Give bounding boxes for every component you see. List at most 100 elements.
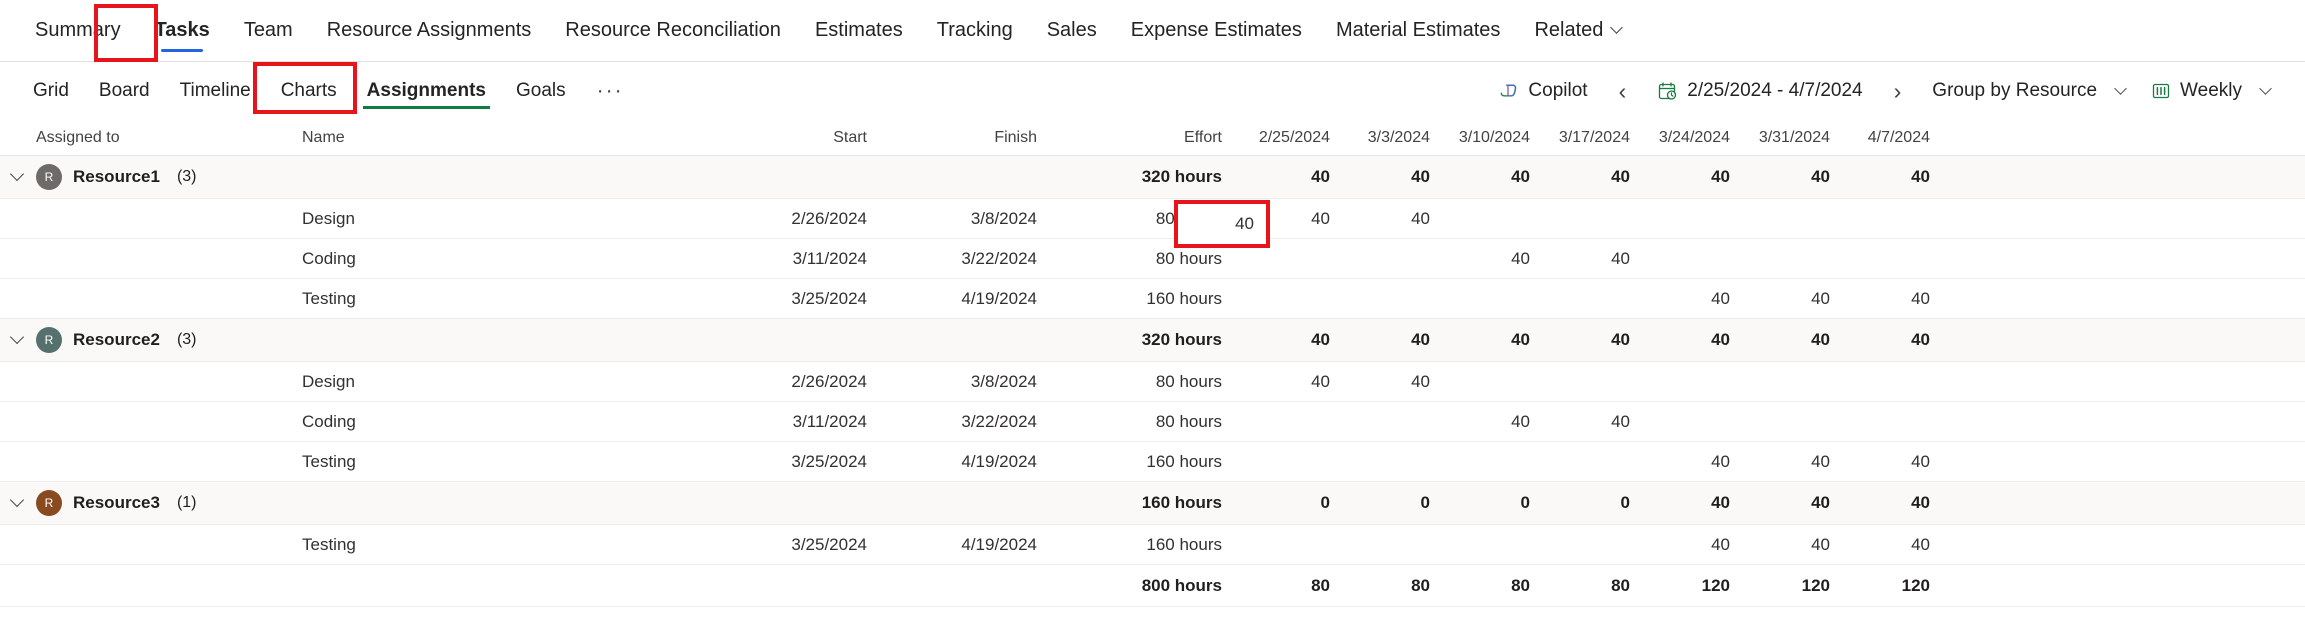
avatar[interactable]: R — [36, 164, 62, 190]
timephased-cell[interactable]: 40 — [1530, 249, 1630, 269]
row-start-date[interactable]: 3/25/2024 — [717, 535, 867, 555]
timephased-cell[interactable]: 80 — [1230, 576, 1330, 596]
entity-tab-estimates[interactable]: Estimates — [798, 1, 920, 61]
row-effort[interactable]: 80 hours — [1037, 249, 1230, 269]
timephased-cell[interactable]: 80 — [1530, 576, 1630, 596]
row-task-name[interactable]: Testing — [292, 289, 717, 309]
row-task-name[interactable]: Coding — [292, 412, 717, 432]
timephased-cell[interactable]: 40 — [1330, 167, 1430, 187]
previous-period-button[interactable]: ‹ — [1601, 74, 1645, 109]
column-header-date[interactable]: 3/24/2024 — [1630, 129, 1730, 147]
table-row[interactable]: Testing 3/25/2024 4/19/2024 160 hours 40 40 40 — [0, 279, 2305, 319]
entity-tab-related[interactable]: Related — [1517, 1, 1638, 61]
group-name[interactable]: Resource2 — [73, 330, 160, 350]
row-start-date[interactable]: 3/11/2024 — [717, 412, 867, 432]
table-row[interactable]: Coding 3/11/2024 3/22/2024 80 hours 40 40 — [0, 402, 2305, 442]
view-scale-dropdown[interactable]: Weekly — [2138, 73, 2283, 109]
group-name[interactable]: Resource1 — [73, 167, 160, 187]
row-task-name[interactable]: Testing — [292, 535, 717, 555]
row-finish-date[interactable]: 3/22/2024 — [867, 412, 1037, 432]
timephased-cell[interactable]: 120 — [1830, 576, 1930, 596]
timephased-cell[interactable]: 0 — [1330, 493, 1430, 513]
copilot-button[interactable]: Copilot — [1484, 73, 1600, 109]
group-name[interactable]: Resource3 — [73, 493, 160, 513]
entity-tab-expense-estimates[interactable]: Expense Estimates — [1114, 1, 1319, 61]
timephased-cell[interactable]: 40 — [1630, 289, 1730, 309]
table-row[interactable]: Coding 3/11/2024 3/22/2024 80 hours 40 40 — [0, 239, 2305, 279]
timephased-cell[interactable]: 40 — [1630, 330, 1730, 350]
group-row[interactable]: R Resource1 (3) 320 hours 40 40 40 40 40 40 40 — [0, 156, 2305, 199]
column-header-assigned-to[interactable]: Assigned to — [34, 129, 292, 147]
entity-tab-material-estimates[interactable]: Material Estimates — [1319, 1, 1518, 61]
timephased-cell[interactable]: 40 — [1830, 289, 1930, 309]
timephased-cell[interactable]: 40 — [1630, 535, 1730, 555]
row-start-date[interactable]: 2/26/2024 — [717, 209, 867, 229]
timephased-cell[interactable]: 40 — [1230, 167, 1330, 187]
column-header-name[interactable]: Name — [292, 129, 717, 147]
table-row[interactable]: Testing 3/25/2024 4/19/2024 160 hours 40 40 40 — [0, 525, 2305, 565]
column-header-date[interactable]: 3/3/2024 — [1330, 129, 1430, 147]
row-task-name[interactable]: Testing — [292, 452, 717, 472]
row-task-name[interactable]: Design — [292, 372, 717, 392]
avatar[interactable]: R — [36, 490, 62, 516]
entity-tab-tasks[interactable]: Tasks — [138, 1, 227, 61]
timephased-cell[interactable]: 40 — [1630, 167, 1730, 187]
timephased-cell[interactable]: 0 — [1430, 493, 1530, 513]
row-task-name[interactable]: Coding — [292, 249, 717, 269]
column-header-start[interactable]: Start — [717, 129, 867, 147]
timephased-cell[interactable]: 40 — [1430, 249, 1530, 269]
row-finish-date[interactable]: 4/19/2024 — [867, 535, 1037, 555]
column-header-date[interactable]: 3/17/2024 — [1530, 129, 1630, 147]
entity-tab-summary[interactable]: Summary — [18, 1, 138, 61]
timephased-cell[interactable]: 40 — [1530, 167, 1630, 187]
timephased-cell[interactable]: 40 — [1830, 167, 1930, 187]
view-tab-board[interactable]: Board — [84, 63, 165, 119]
timephased-cell[interactable]: 40 — [1730, 493, 1830, 513]
timephased-cell[interactable]: 80 — [1430, 576, 1530, 596]
row-start-date[interactable]: 3/25/2024 — [717, 289, 867, 309]
table-row[interactable]: Design 2/26/2024 3/8/2024 80 hours 40 40 — [0, 362, 2305, 402]
view-tab-assignments[interactable]: Assignments — [352, 63, 501, 119]
timephased-cell[interactable]: 40 — [1430, 412, 1530, 432]
more-views-button[interactable]: ··· — [581, 79, 640, 103]
next-period-button[interactable]: › — [1876, 74, 1920, 109]
timephased-cell[interactable]: 40 — [1230, 209, 1330, 229]
date-range-picker[interactable]: 2/25/2024 - 4/7/2024 — [1644, 73, 1875, 109]
timephased-cell[interactable]: 40 — [1230, 330, 1330, 350]
timephased-cell[interactable]: 40 — [1530, 412, 1630, 432]
timephased-cell[interactable]: 40 — [1330, 330, 1430, 350]
timephased-cell[interactable]: 40 — [1830, 452, 1930, 472]
row-effort[interactable]: 160 hours — [1037, 535, 1230, 555]
row-start-date[interactable]: 3/11/2024 — [717, 249, 867, 269]
table-row[interactable]: Testing 3/25/2024 4/19/2024 160 hours 40 40 40 — [0, 442, 2305, 482]
timephased-cell[interactable]: 0 — [1230, 493, 1330, 513]
row-finish-date[interactable]: 4/19/2024 — [867, 452, 1037, 472]
entity-tab-sales[interactable]: Sales — [1030, 1, 1114, 61]
row-effort[interactable]: 80 hours — [1037, 372, 1230, 392]
timephased-cell[interactable]: 120 — [1630, 576, 1730, 596]
column-header-effort[interactable]: Effort — [1037, 129, 1230, 147]
column-header-date[interactable]: 3/31/2024 — [1730, 129, 1830, 147]
column-header-date[interactable]: 2/25/2024 — [1230, 129, 1330, 147]
row-effort[interactable]: 160 hours — [1037, 452, 1230, 472]
timephased-cell[interactable]: 40 — [1430, 330, 1530, 350]
view-tab-goals[interactable]: Goals — [501, 63, 581, 119]
timephased-cell[interactable]: 0 — [1530, 493, 1630, 513]
row-task-name[interactable]: Design — [292, 209, 717, 229]
entity-tab-team[interactable]: Team — [227, 1, 310, 61]
column-header-finish[interactable]: Finish — [867, 129, 1037, 147]
entity-tab-tracking[interactable]: Tracking — [920, 1, 1030, 61]
column-header-date[interactable]: 3/10/2024 — [1430, 129, 1530, 147]
entity-tab-resource-reconciliation[interactable]: Resource Reconciliation — [548, 1, 798, 61]
timephased-cell[interactable]: 40 — [1730, 167, 1830, 187]
group-by-dropdown[interactable]: Group by Resource — [1919, 73, 2138, 109]
timephased-cell[interactable]: 40 — [1530, 330, 1630, 350]
row-finish-date[interactable]: 3/8/2024 — [867, 372, 1037, 392]
row-finish-date[interactable]: 4/19/2024 — [867, 289, 1037, 309]
group-expand-toggle[interactable] — [0, 492, 34, 508]
timephased-cell[interactable]: 80 — [1330, 576, 1430, 596]
row-effort[interactable]: 80 hours — [1037, 209, 1230, 229]
timephased-cell[interactable]: 40 — [1830, 330, 1930, 350]
timephased-cell[interactable]: 40 — [1730, 452, 1830, 472]
view-tab-timeline[interactable]: Timeline — [165, 63, 266, 119]
